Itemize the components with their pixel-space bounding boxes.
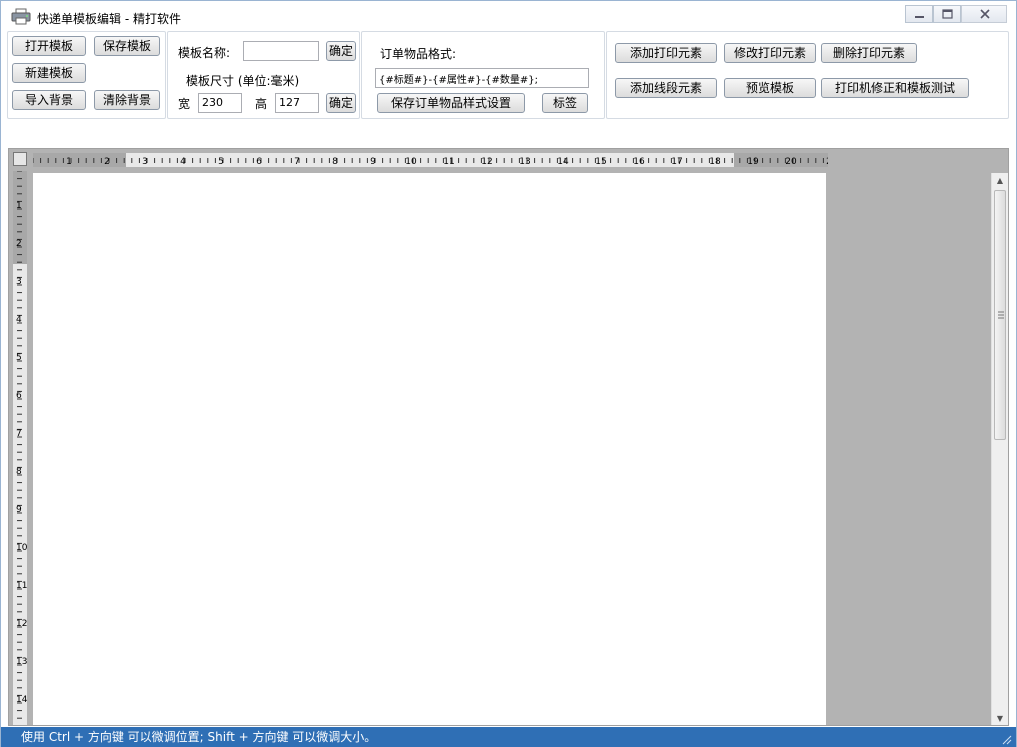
printer-calibration-button[interactable]: 打印机修正和模板测试 [821, 78, 969, 98]
ruler-label: 2 [826, 157, 828, 167]
ruler-label: 16 [633, 157, 645, 167]
template-name-label: 模板名称: [178, 46, 231, 60]
height-label: 高 [255, 97, 268, 111]
ruler-label: 4 [180, 157, 186, 167]
format-panel: 订单物品格式: {#标题#}-{#属性#}-{#数量#}; 保存订单物品样式设置… [361, 31, 605, 119]
status-bar: 使用 Ctrl + 方向键 可以微调位置; Shift + 方向键 可以微调大小… [1, 727, 1016, 747]
grip-icon [998, 311, 1004, 319]
ruler-label: 12 [481, 157, 492, 167]
close-icon [980, 9, 990, 19]
ruler-label: 5 [218, 157, 224, 167]
save-format-button[interactable]: 保存订单物品样式设置 [377, 93, 525, 113]
template-canvas[interactable] [33, 173, 826, 725]
ruler-label: 8 [16, 467, 22, 477]
vertical-ruler-svg: 1234567891011121314 [13, 171, 27, 719]
horizontal-ruler: 12345678910111213141516171819202 [33, 153, 828, 167]
horizontal-ruler-svg: 12345678910111213141516171819202 [33, 153, 828, 167]
ruler-label: 3 [142, 157, 148, 167]
ruler-label: 17 [671, 157, 682, 167]
format-input[interactable]: {#标题#}-{#属性#}-{#数量#}; [375, 68, 589, 88]
ruler-label: 18 [709, 157, 721, 167]
ruler-label: 15 [595, 157, 606, 167]
file-panel: 打开模板 保存模板 新建模板 导入背景 清除背景 [7, 31, 166, 119]
ruler-label: 10 [16, 543, 27, 553]
ruler-margin-shade [13, 171, 27, 264]
template-panel: 模板名称: 确定 模板尺寸 (单位:毫米) 宽 230 高 127 确定 [167, 31, 360, 119]
ruler-label: 11 [16, 581, 27, 591]
close-button[interactable] [961, 5, 1007, 23]
element-panel: 添加打印元素 修改打印元素 删除打印元素 添加线段元素 预览模板 打印机修正和模… [606, 31, 1009, 119]
delete-print-element-button[interactable]: 删除打印元素 [821, 43, 917, 63]
printer-icon [11, 8, 31, 25]
window-title: 快递单模板编辑 - 精打软件 [37, 12, 181, 26]
ruler-label: 5 [16, 353, 22, 363]
ruler-label: 13 [519, 157, 530, 167]
ruler-label: 3 [16, 277, 22, 287]
vertical-ruler: 1 2 3 4 5 6 7 8 9 10 11 12 13 14 [13, 171, 27, 725]
ruler-label: 11 [443, 157, 454, 167]
template-editor: 12345678910111213141516171819202 1234567… [8, 148, 1009, 726]
scrollbar-thumb[interactable] [994, 190, 1006, 440]
ruler-label: 9 [16, 505, 22, 515]
ruler-margin-shade [33, 153, 126, 167]
format-label: 订单物品格式: [380, 47, 457, 61]
clear-background-button[interactable]: 清除背景 [94, 90, 160, 110]
ruler-label: 20 [785, 157, 797, 167]
ruler-label: 14 [557, 157, 569, 167]
ruler-corner [13, 152, 27, 166]
add-print-element-button[interactable]: 添加打印元素 [615, 43, 717, 63]
ruler-label: 19 [747, 157, 759, 167]
ruler-label: 8 [332, 157, 338, 167]
ruler-label: 1 [16, 201, 22, 211]
preview-template-button[interactable]: 预览模板 [724, 78, 816, 98]
edit-print-element-button[interactable]: 修改打印元素 [724, 43, 816, 63]
save-template-button[interactable]: 保存模板 [94, 36, 160, 56]
ruler-label: 9 [370, 157, 376, 167]
scroll-up-icon[interactable]: ▲ [996, 177, 1004, 185]
tag-button[interactable]: 标签 [542, 93, 588, 113]
resize-grip-icon[interactable] [1000, 733, 1012, 745]
title-bar: 快递单模板编辑 - 精打软件 [1, 1, 1016, 29]
template-size-label: 模板尺寸 (单位:毫米) [186, 74, 300, 88]
ruler-label: 13 [16, 657, 27, 667]
app-window: 快递单模板编辑 - 精打软件 打开模板 保存模板 新建模板 导入背景 清除背景 … [0, 0, 1017, 747]
new-template-button[interactable]: 新建模板 [12, 63, 86, 83]
ruler-label: 4 [16, 315, 22, 325]
ruler-label: 14 [16, 695, 27, 705]
vertical-scrollbar[interactable]: ▲ ▼ [991, 173, 1008, 725]
confirm-name-button[interactable]: 确定 [326, 41, 356, 61]
height-input[interactable]: 127 [275, 93, 319, 113]
minimize-icon [915, 16, 924, 18]
import-background-button[interactable]: 导入背景 [12, 90, 86, 110]
scroll-down-icon[interactable]: ▼ [996, 715, 1004, 723]
confirm-size-button[interactable]: 确定 [326, 93, 356, 113]
ruler-label: 7 [294, 157, 300, 167]
ruler-label: 6 [256, 157, 262, 167]
maximize-button[interactable] [933, 5, 961, 23]
ruler-label: 12 [16, 619, 27, 629]
status-hint: 使用 Ctrl + 方向键 可以微调位置; Shift + 方向键 可以微调大小… [21, 730, 377, 744]
minimize-button[interactable] [905, 5, 933, 23]
ruler-label: 10 [405, 157, 417, 167]
maximize-icon [942, 9, 953, 19]
ruler-label: 1 [66, 157, 72, 167]
ruler-label: 2 [104, 157, 110, 167]
add-line-element-button[interactable]: 添加线段元素 [615, 78, 717, 98]
template-name-input[interactable] [243, 41, 319, 61]
width-input[interactable]: 230 [198, 93, 242, 113]
ruler-label: 6 [16, 391, 22, 401]
open-template-button[interactable]: 打开模板 [12, 36, 86, 56]
ruler-label: 7 [16, 429, 22, 439]
width-label: 宽 [178, 97, 191, 111]
ruler-label: 2 [16, 239, 22, 249]
